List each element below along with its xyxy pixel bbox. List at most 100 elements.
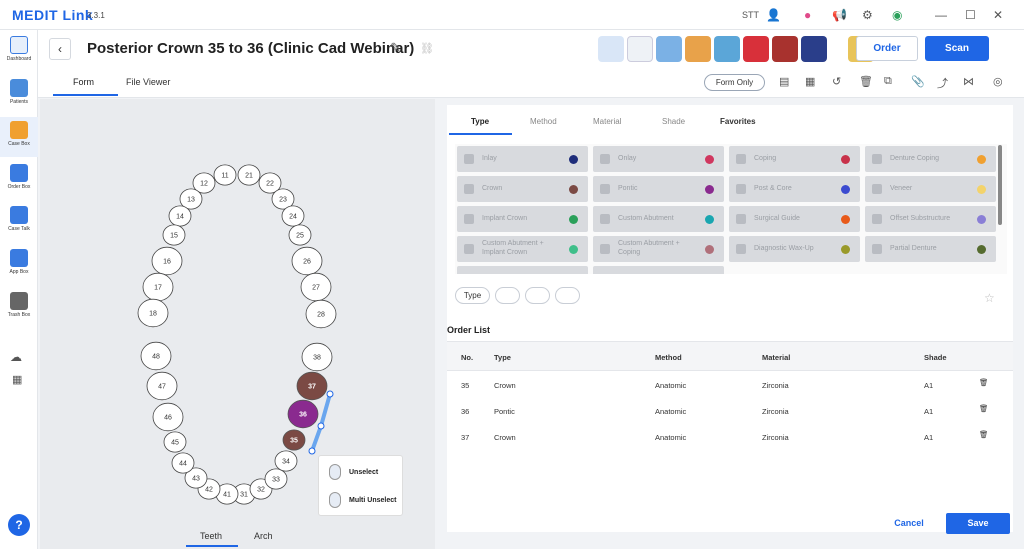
tab-material[interactable]: Material — [593, 117, 621, 126]
user-icon[interactable]: 👤 — [766, 6, 781, 24]
col-shade: Shade — [924, 353, 947, 362]
type-option[interactable] — [593, 266, 724, 274]
document-icon[interactable]: ▤ — [779, 75, 789, 88]
link-icon[interactable]: ⛓ — [420, 42, 434, 55]
delete-icon[interactable]: 🗑 — [859, 75, 873, 88]
table-row[interactable]: 36 Pontic Anatomic Zirconia A1 🗑 — [447, 398, 1013, 424]
type-option[interactable]: Diagnostic Wax-Up — [729, 236, 860, 262]
tab-favorites[interactable]: Favorites — [720, 117, 756, 126]
type-option[interactable] — [457, 266, 588, 274]
page-title: Posterior Crown 35 to 36 (Clinic Cad Web… — [87, 40, 415, 57]
notification-icon[interactable]: ● — [804, 6, 811, 24]
type-option[interactable]: Partial Denture — [865, 236, 996, 262]
trash-icon[interactable]: 🗑 — [979, 378, 989, 387]
app-7-icon[interactable] — [772, 36, 798, 62]
row-material: Zirconia — [762, 381, 789, 390]
history-icon[interactable]: ↺ — [832, 75, 841, 88]
sidebar-item-label: App Box — [9, 269, 29, 275]
tab-type[interactable]: Type — [471, 117, 489, 126]
type-color-dot — [977, 215, 986, 224]
announcement-icon[interactable]: 📢 — [832, 6, 847, 24]
trash-icon[interactable]: 🗑 — [979, 404, 989, 413]
grid-icon[interactable]: ▦ — [12, 373, 22, 386]
sidebar-item-trash-box[interactable]: Trash Box — [0, 288, 38, 328]
notes-icon[interactable]: ▦ — [805, 75, 815, 88]
patients-icon — [10, 79, 28, 97]
filter-pill-method[interactable] — [495, 287, 520, 304]
type-option[interactable]: Offset Substructure — [865, 206, 996, 232]
attach-icon[interactable]: 📎 — [911, 75, 925, 88]
connector-handle[interactable] — [326, 390, 334, 398]
gear-icon[interactable]: ⚙ — [862, 6, 873, 24]
copy-icon[interactable]: ⧉ — [884, 75, 892, 88]
selection-tooltip: Unselect Multi Unselect — [318, 455, 403, 516]
scan-button[interactable]: Scan — [925, 36, 989, 61]
filter-pill-shade[interactable] — [555, 287, 580, 304]
app-6-icon[interactable] — [743, 36, 769, 62]
type-color-dot — [705, 245, 714, 254]
app-8-icon[interactable] — [801, 36, 827, 62]
connector-handle[interactable] — [308, 447, 316, 455]
type-option[interactable]: Inlay — [457, 146, 588, 172]
type-color-dot — [569, 215, 578, 224]
sidebar-item-dashboard[interactable]: Dashboard — [0, 32, 38, 72]
favorite-star-icon[interactable]: ☆ — [984, 291, 995, 305]
export-icon[interactable]: ⤴ — [937, 75, 948, 91]
filter-pill-type[interactable]: Type — [455, 287, 490, 304]
type-option[interactable]: Surgical Guide — [729, 206, 860, 232]
help-icon[interactable]: ? — [8, 514, 30, 536]
connector-handle[interactable] — [317, 422, 325, 430]
sidebar-item-app-box[interactable]: App Box — [0, 245, 38, 285]
tab-file-viewer[interactable]: File Viewer — [126, 77, 170, 87]
tooth-number: 15 — [170, 233, 178, 240]
table-row[interactable]: 37 Crown Anatomic Zirconia A1 🗑 — [447, 424, 1013, 450]
trash-icon[interactable]: 🗑 — [979, 430, 989, 439]
user-name[interactable]: STT — [742, 6, 759, 24]
tooth-settings-icon[interactable]: ◎ — [993, 75, 1003, 88]
tab-form[interactable]: Form — [73, 77, 94, 87]
form-only-button[interactable]: Form Only — [704, 74, 765, 91]
maximize-icon[interactable]: ☐ — [965, 6, 976, 24]
tab-arch[interactable]: Arch — [254, 531, 273, 541]
tab-teeth[interactable]: Teeth — [200, 531, 222, 541]
app-5-icon[interactable] — [714, 36, 740, 62]
type-grid-scrollbar[interactable] — [998, 145, 1002, 225]
back-button[interactable]: ‹ — [49, 38, 71, 60]
save-button[interactable]: Save — [946, 513, 1010, 534]
row-material: Zirconia — [762, 407, 789, 416]
type-option[interactable]: Coping — [729, 146, 860, 172]
edit-pencil-icon[interactable]: ✎ — [390, 40, 401, 56]
medit-link-window: MEDIT Link 3.3.1 STT 👤 ● 📢 ⚙ ◉ — ☐ ✕ Das… — [0, 0, 1024, 549]
type-option[interactable]: Pontic — [593, 176, 724, 202]
app-1-icon[interactable] — [598, 36, 624, 62]
app-4-icon[interactable] — [685, 36, 711, 62]
type-option[interactable]: Post & Core — [729, 176, 860, 202]
type-option[interactable]: Custom Abutment — [593, 206, 724, 232]
filter-pill-material[interactable] — [525, 287, 550, 304]
app-2-icon[interactable] — [627, 36, 653, 62]
type-option[interactable]: Implant Crown — [457, 206, 588, 232]
close-icon[interactable]: ✕ — [993, 6, 1003, 24]
type-option[interactable]: Veneer — [865, 176, 996, 202]
tab-method[interactable]: Method — [530, 117, 557, 126]
tooth-number: 31 — [240, 492, 248, 499]
cancel-button[interactable]: Cancel — [879, 513, 939, 533]
type-option[interactable]: Onlay — [593, 146, 724, 172]
row-shade: A1 — [924, 407, 934, 416]
app-3-icon[interactable] — [656, 36, 682, 62]
tab-shade[interactable]: Shade — [662, 117, 685, 126]
sidebar-item-case-box[interactable]: Case Box — [0, 117, 38, 157]
table-row[interactable]: 35 Crown Anatomic Zirconia A1 🗑 — [447, 372, 1013, 398]
type-option[interactable]: Denture Coping — [865, 146, 996, 172]
type-option-icon — [600, 214, 610, 224]
cloud-sync-icon[interactable]: ☁ — [10, 350, 22, 364]
type-option[interactable]: Custom Abutment + Coping — [593, 236, 724, 262]
type-option[interactable]: Custom Abutment + Implant Crown — [457, 236, 588, 262]
sidebar-item-patients[interactable]: Patients — [0, 75, 38, 115]
order-button[interactable]: Order — [856, 36, 918, 61]
sidebar-item-order-box[interactable]: Order Box — [0, 160, 38, 200]
share-icon[interactable]: ⋈ — [963, 75, 974, 88]
sidebar-item-case-talk[interactable]: Case Talk — [0, 202, 38, 242]
type-option[interactable]: Crown — [457, 176, 588, 202]
minimize-icon[interactable]: — — [935, 6, 947, 24]
